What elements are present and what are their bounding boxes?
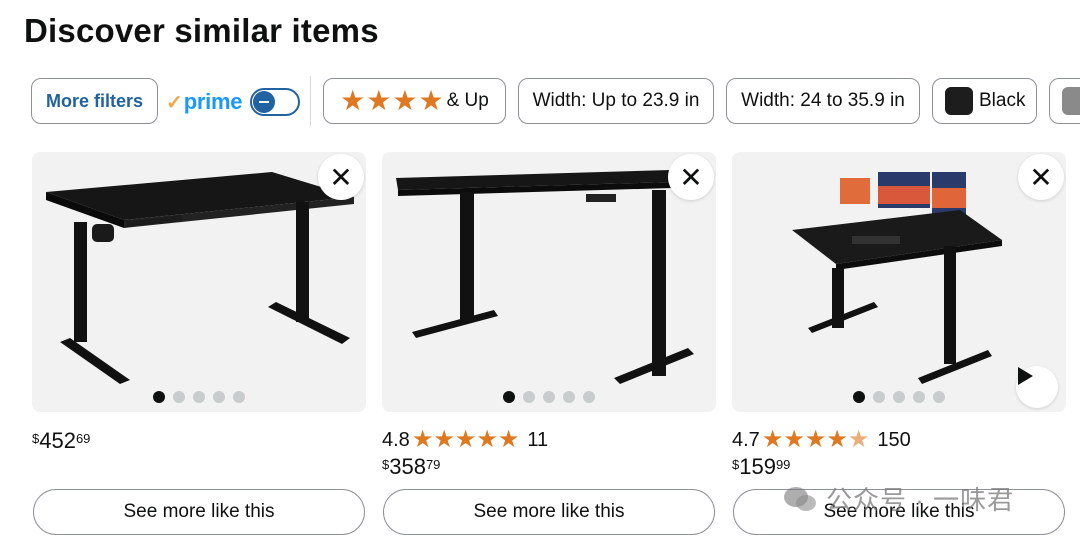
star-icon: ★ xyxy=(476,426,498,453)
carousel-dot[interactable] xyxy=(893,391,905,403)
desk-illustration-1 xyxy=(46,172,354,384)
star-icon: ★ xyxy=(454,426,477,453)
star-icon: ★ xyxy=(340,85,366,116)
carousel-dot[interactable] xyxy=(233,391,245,403)
price-whole: 358 xyxy=(389,454,426,479)
price-fraction: 99 xyxy=(775,457,791,472)
star-icon: ★ xyxy=(804,426,827,453)
carousel-dot[interactable] xyxy=(213,391,225,403)
price: $ 159 99 xyxy=(732,454,790,480)
image-carousel-dots xyxy=(382,391,716,403)
filter-bar: More filters ✓ prime ★ ★ ★ ★ & Up Width:… xyxy=(0,76,1080,128)
star-icon: ★ xyxy=(497,426,520,453)
price-currency: $ xyxy=(732,457,740,472)
carousel-dot[interactable] xyxy=(583,391,595,403)
carousel-dot[interactable] xyxy=(173,391,185,403)
product-image[interactable]: ✕ xyxy=(382,152,716,412)
price-fraction: 69 xyxy=(75,431,91,446)
watermark: 公众号 · 一味君 xyxy=(782,480,1014,517)
star-icon: ★ xyxy=(433,426,455,453)
product-card: ✕ 4.8 ★ ★ ★ ★ ★ 11 $ 358 79 See more lik… xyxy=(382,152,716,542)
half-star-icon: ★ xyxy=(847,426,870,453)
carousel-dot[interactable] xyxy=(193,391,205,403)
price-currency: $ xyxy=(32,431,40,446)
watermark-text: 公众号 · 一味君 xyxy=(826,485,1015,515)
prime-filter[interactable]: ✓ prime xyxy=(166,84,301,120)
prime-check-icon: ✓ xyxy=(166,91,183,114)
review-count[interactable]: 150 xyxy=(877,429,910,452)
price: $ 452 69 xyxy=(32,428,90,454)
product-image[interactable]: ✕ xyxy=(732,152,1066,412)
price-whole: 159 xyxy=(739,454,776,479)
play-video-button[interactable] xyxy=(1016,366,1058,408)
star-icon: ★ xyxy=(392,85,418,116)
rating-filter-label: & Up xyxy=(446,90,489,111)
close-icon[interactable]: ✕ xyxy=(1018,154,1064,200)
price-whole: 452 xyxy=(39,428,76,453)
carousel-dot[interactable] xyxy=(913,391,925,403)
rating-value: 4.8 xyxy=(382,428,410,451)
product-card: ✕ $ 452 69 See more like this xyxy=(32,152,366,542)
more-filters-button[interactable]: More filters xyxy=(31,78,158,124)
carousel-dot[interactable] xyxy=(153,391,165,403)
star-icon: ★ xyxy=(418,85,444,116)
rating: 4.7 ★ ★ ★ ★ ★ 150 xyxy=(732,428,911,452)
prime-toggle[interactable] xyxy=(250,88,301,116)
carousel-dot[interactable] xyxy=(503,391,515,403)
review-count[interactable]: 11 xyxy=(527,429,548,452)
see-more-button[interactable]: See more like this xyxy=(383,489,715,535)
close-icon[interactable]: ✕ xyxy=(668,154,714,200)
carousel-dot[interactable] xyxy=(933,391,945,403)
product-image[interactable]: ✕ xyxy=(32,152,366,412)
width-filter-chip-1[interactable]: Width: Up to 23.9 in xyxy=(518,78,714,124)
star-icon: ★ xyxy=(783,426,805,453)
star-icon: ★ xyxy=(826,426,848,453)
play-icon xyxy=(1018,367,1033,385)
star-icon: ★ xyxy=(761,426,784,453)
rating-value: 4.7 xyxy=(732,428,760,451)
image-carousel-dots xyxy=(32,391,366,403)
color-filter-black[interactable]: Black xyxy=(932,78,1037,124)
prime-logo: prime xyxy=(183,89,243,114)
carousel-dot[interactable] xyxy=(563,391,575,403)
carousel-dot[interactable] xyxy=(853,391,865,403)
color-filter-grey[interactable] xyxy=(1049,78,1080,124)
color-filter-label: Black xyxy=(979,90,1026,111)
filter-divider xyxy=(310,76,311,126)
star-icon: ★ xyxy=(411,426,434,453)
price: $ 358 79 xyxy=(382,454,440,480)
carousel-dot[interactable] xyxy=(523,391,535,403)
see-more-button[interactable]: See more like this xyxy=(33,489,365,535)
width-filter-chip-2[interactable]: Width: 24 to 35.9 in xyxy=(726,78,920,124)
star-icon: ★ xyxy=(366,85,392,116)
price-currency: $ xyxy=(382,457,390,472)
price-fraction: 79 xyxy=(425,457,441,472)
wechat-icon xyxy=(784,486,816,511)
grey-swatch-icon xyxy=(1062,87,1080,115)
carousel-dot[interactable] xyxy=(873,391,885,403)
black-swatch-icon xyxy=(945,87,973,115)
toggle-knob-icon xyxy=(253,91,276,113)
page-title: Discover similar items xyxy=(24,12,379,49)
rating: 4.8 ★ ★ ★ ★ ★ 11 xyxy=(382,428,548,452)
close-icon[interactable]: ✕ xyxy=(318,154,364,200)
rating-filter-chip[interactable]: ★ ★ ★ ★ & Up xyxy=(323,78,506,124)
desk-illustration-2 xyxy=(396,170,694,384)
carousel-dot[interactable] xyxy=(543,391,555,403)
